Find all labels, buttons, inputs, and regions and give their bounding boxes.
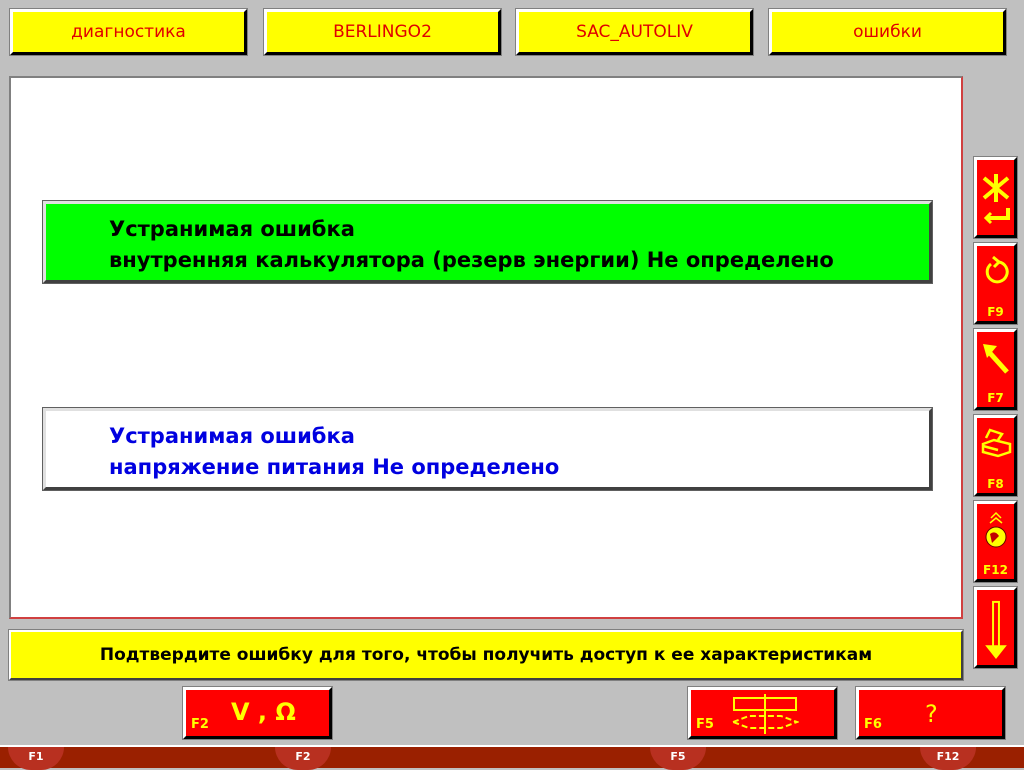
- confirm-icon: [982, 174, 1010, 225]
- function-key-strip: F1 F2 F5 F12: [0, 745, 1024, 770]
- scroll-down-button[interactable]: [973, 586, 1018, 669]
- help-icon: ?: [925, 700, 938, 728]
- fault-type: Устранимая ошибка: [109, 424, 355, 448]
- f2-key-label: F2: [191, 717, 209, 732]
- f2-measure-button[interactable]: V , Ω F2: [182, 686, 333, 740]
- undo-icon: [985, 255, 1009, 284]
- header-ecu[interactable]: SAC_AUTOLIV: [515, 8, 754, 56]
- flowchart-icon: [730, 694, 799, 734]
- header-diagnostics[interactable]: диагностика: [9, 8, 248, 56]
- strip-tab-f12[interactable]: F12: [920, 747, 976, 770]
- f9-undo-button[interactable]: F9: [973, 242, 1018, 325]
- measure-label: V , Ω: [231, 698, 296, 726]
- f6-key-label: F6: [864, 717, 882, 732]
- fault-description: напряжение питания Не определено: [109, 455, 560, 479]
- f12-key-label: F12: [983, 563, 1008, 577]
- arrow-up-left-icon: [982, 344, 1009, 374]
- fault-item-selected[interactable]: Устранимая ошибка внутренняя калькулятор…: [42, 200, 933, 284]
- f12-globe-button[interactable]: F12: [973, 500, 1018, 583]
- header-vehicle[interactable]: BERLINGO2: [263, 8, 502, 56]
- f6-help-button[interactable]: ? F6: [855, 686, 1006, 740]
- fault-type: Устранимая ошибка: [109, 217, 355, 241]
- f5-key-label: F5: [696, 717, 714, 732]
- f8-print-button[interactable]: F8: [973, 414, 1018, 497]
- fault-description: внутренняя калькулятора (резерв энергии)…: [109, 248, 834, 272]
- globe-icon: [985, 511, 1006, 548]
- strip-tab-f5[interactable]: F5: [650, 747, 706, 770]
- f9-key-label: F9: [987, 305, 1004, 319]
- arrow-down-icon: [984, 600, 1007, 660]
- confirm-button[interactable]: [973, 156, 1018, 239]
- header-faults[interactable]: ошибки: [768, 8, 1007, 56]
- fault-item[interactable]: Устранимая ошибка напряжение питания Не …: [42, 407, 933, 491]
- strip-tab-f2[interactable]: F2: [275, 747, 331, 770]
- f7-back-button[interactable]: F7: [973, 328, 1018, 411]
- f7-key-label: F7: [987, 391, 1004, 405]
- fault-list-panel: Устранимая ошибка внутренняя калькулятор…: [9, 76, 963, 619]
- f8-key-label: F8: [987, 477, 1004, 491]
- print-icon: [981, 428, 1011, 458]
- f5-flowchart-button[interactable]: F5: [687, 686, 838, 740]
- strip-tab-f1[interactable]: F1: [8, 747, 64, 770]
- status-message: Подтвердите ошибку для того, чтобы получ…: [8, 629, 964, 681]
